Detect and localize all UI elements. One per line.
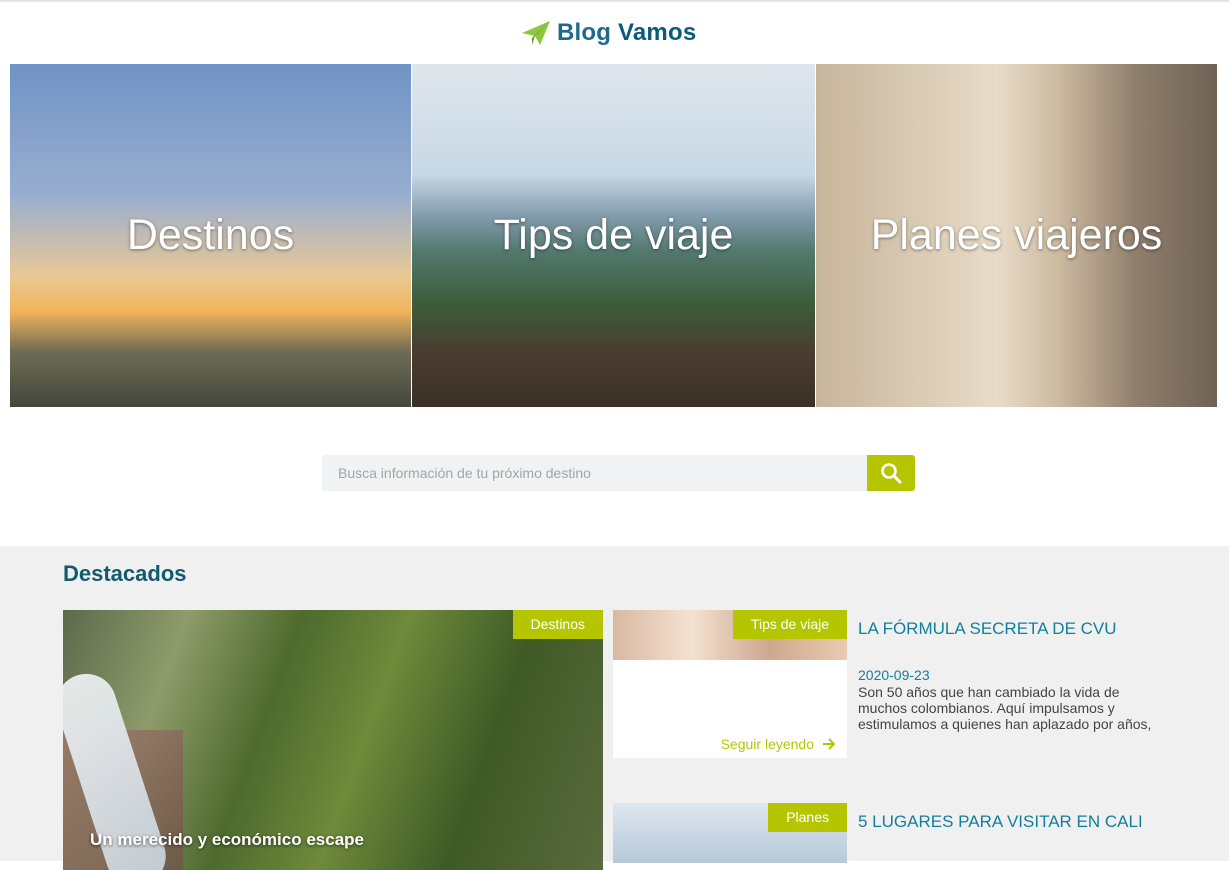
post-date: 2020-09-23 [858,667,930,683]
main-featured-post[interactable]: Destinos Un merecido y económico escape [63,610,603,870]
post-title-link[interactable]: LA FÓRMULA SECRETA DE CVU [858,619,1117,639]
search-input[interactable] [322,455,867,491]
hero-destinos[interactable]: Destinos [10,64,411,407]
search-button[interactable] [867,455,915,491]
category-badge[interactable]: Planes [768,803,847,832]
hero-planes-viajeros[interactable]: Planes viajeros [816,64,1217,407]
hero-title: Tips de viaje [493,211,734,259]
search-bar [322,455,915,491]
post-card[interactable]: Tips de viaje Seguir leyendo [613,610,847,758]
post-title-link[interactable]: 5 LUGARES PARA VISITAR EN CALI [858,812,1143,832]
featured-section: Destacados Destinos Un merecido y económ… [0,546,1229,870]
category-badge[interactable]: Destinos [512,610,603,639]
post-excerpt: Son 50 años que han cambiado la vida de … [858,684,1152,732]
top-border [0,0,1229,3]
brand-name: Blog Vamos [557,19,697,46]
read-more-label: Seguir leyendo [720,736,814,752]
hero-title: Planes viajeros [870,211,1163,259]
paper-plane-icon [522,21,550,45]
post-caption[interactable]: Un merecido y económico escape [90,830,364,850]
post-card[interactable]: Planes [613,803,847,863]
search-icon [881,463,902,484]
hero-tips-de-viaje[interactable]: Tips de viaje [412,64,815,407]
section-heading: Destacados [63,561,187,586]
read-more-link[interactable]: Seguir leyendo [721,736,836,752]
hero-title: Destinos [126,211,295,259]
arrow-right-icon [823,738,836,750]
blog-logo[interactable]: Blog Vamos [521,16,696,50]
category-badge[interactable]: Tips de viaje [732,610,847,639]
